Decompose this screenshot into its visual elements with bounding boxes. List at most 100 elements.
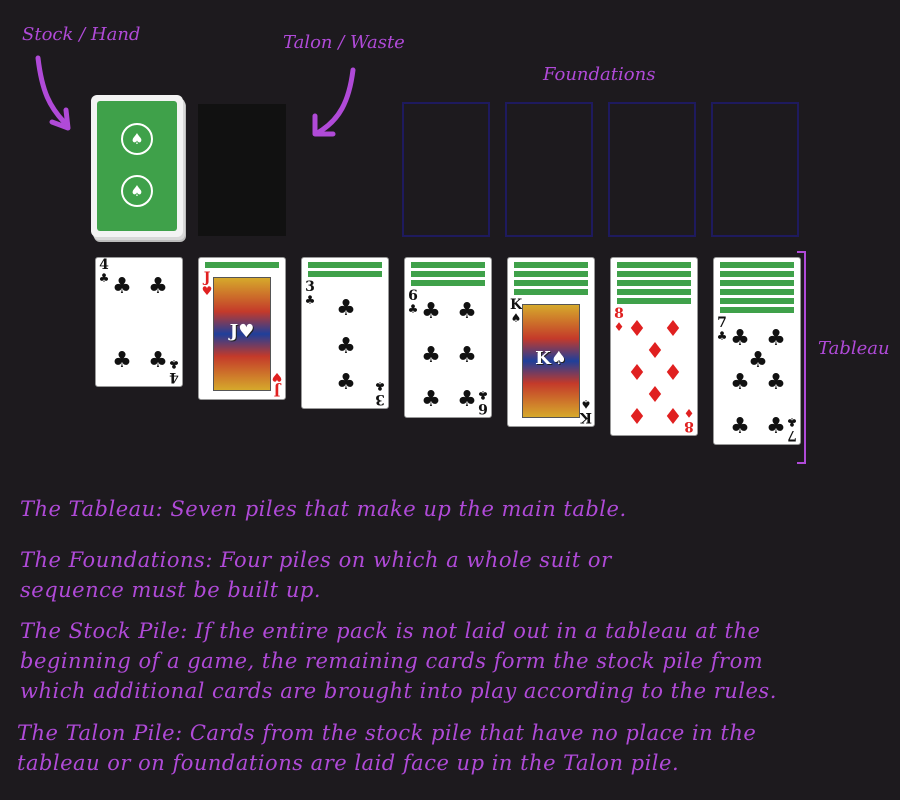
suit-pip-icon: ♣ [730,414,750,439]
talon-label: Talon / Waste [283,32,405,53]
court-card-portrait: K♠ [522,304,580,418]
suit-pip-icon: ♣ [336,370,356,395]
face-up-card[interactable]: 4 ♣ 4 ♣ ♣ ♣ ♣ ♣ [96,258,182,386]
desc-stock-2: beginning of a game, the remaining cards… [20,649,764,673]
face-down-card [205,262,279,268]
face-down-card [411,280,485,286]
tableau-pile-1[interactable]: 4 ♣ 4 ♣ ♣ ♣ ♣ ♣ [95,257,183,387]
spade-emblem-icon: ♠ [121,175,153,207]
face-down-card [514,289,588,295]
suit-pip-icon: ♣ [730,326,750,351]
suit-pip-icon: ♦ [645,339,665,364]
card-suit-icon: ♣ [407,302,419,316]
desc-stock-1: The Stock Pile: If the entire pack is no… [20,619,761,643]
suit-pip-icon: ♦ [627,317,647,342]
face-up-card[interactable]: 7 ♣ 7 ♣ ♣ ♣ ♣ ♣ ♣ ♣ ♣ [714,314,800,444]
face-down-card [308,262,382,268]
face-up-card[interactable]: J ♥ J ♥ J♥ [199,269,285,399]
stock-label: Stock / Hand [22,24,141,45]
suit-pip-icon: ♣ [748,348,768,373]
tableau-bracket [797,251,806,464]
tableau-pile-3[interactable]: 3 ♣ 3 ♣ ♣ ♣ ♣ [301,257,389,409]
foundation-pile-2[interactable] [505,102,593,237]
card-suit-icon: ♠ [580,397,592,411]
face-down-card [308,271,382,277]
face-down-card [720,289,794,295]
suit-pip-icon: ♣ [112,274,132,299]
card-suit-icon: ♣ [716,329,728,343]
suit-pip-icon: ♣ [766,370,786,395]
face-down-card [720,262,794,268]
court-card-portrait: J♥ [213,277,271,391]
court-rank: J♥ [229,320,255,342]
face-down-card [720,307,794,313]
card-suit-icon: ♦ [683,406,695,420]
suit-pip-icon: ♦ [663,405,683,430]
desc-tableau: The Tableau: Seven piles that make up th… [20,497,627,521]
suit-pip-icon: ♣ [421,299,441,324]
suit-pip-icon: ♣ [457,299,477,324]
card-index: 4 ♣ [98,258,110,285]
card-suit-icon: ♣ [168,357,180,371]
tableau-pile-6[interactable]: 8 ♦ 8 ♦ ♦ ♦ ♦ ♦ ♦ ♦ ♦ ♦ [610,257,698,436]
card-rank: 6 [478,400,488,416]
face-up-card[interactable]: 8 ♦ 8 ♦ ♦ ♦ ♦ ♦ ♦ ♦ ♦ ♦ [611,305,697,435]
card-index: J ♥ [271,370,283,398]
spade-emblem-icon: ♠ [121,123,153,155]
tableau-pile-7[interactable]: 7 ♣ 7 ♣ ♣ ♣ ♣ ♣ ♣ ♣ ♣ [713,257,801,445]
card-rank: J [273,382,281,398]
suit-pip-icon: ♣ [730,370,750,395]
tableau-pile-5[interactable]: K ♠ K ♠ K♠ [507,257,595,427]
court-rank: K♠ [535,347,567,369]
face-down-card [617,271,691,277]
face-down-card [617,280,691,286]
suit-pip-icon: ♦ [663,361,683,386]
suit-pip-icon: ♣ [457,387,477,412]
tableau-label: Tableau [818,338,890,359]
talon-pile[interactable] [198,104,286,236]
card-index: 3 ♣ [304,280,316,307]
card-rank: K [579,409,592,425]
foundations-label: Foundations [543,64,656,85]
card-rank: 3 [375,391,385,407]
card-suit-icon: ♠ [510,311,522,325]
suit-pip-icon: ♦ [627,405,647,430]
suit-pip-icon: ♣ [336,334,356,359]
suit-pip-icon: ♦ [627,361,647,386]
face-down-card [617,262,691,268]
suit-pip-icon: ♦ [645,383,665,408]
card-suit-icon: ♥ [271,370,283,384]
card-suit-icon: ♣ [374,379,386,393]
stock-arrow-icon [35,55,71,131]
card-back: ♠ ♠ [97,101,177,231]
card-index: 3 ♣ [374,379,386,407]
foundation-pile-1[interactable] [402,102,490,237]
suit-pip-icon: ♣ [766,414,786,439]
suit-pip-icon: ♣ [148,348,168,373]
foundation-pile-3[interactable] [608,102,696,237]
face-up-card[interactable]: 6 ♣ 6 ♣ ♣ ♣ ♣ ♣ ♣ ♣ [405,287,491,417]
desc-foundations-2: sequence must be built up. [20,578,322,602]
card-rank: 8 [684,418,694,434]
desc-stock-3: which additional cards are brought into … [20,679,777,703]
face-down-card [514,271,588,277]
suit-pip-icon: ♦ [663,317,683,342]
desc-talon-1: The Talon Pile: Cards from the stock pil… [17,721,757,745]
suit-pip-icon: ♣ [421,343,441,368]
card-suit-icon: ♣ [477,388,489,402]
face-up-card[interactable]: 3 ♣ 3 ♣ ♣ ♣ ♣ [302,278,388,408]
face-down-card [411,271,485,277]
card-suit-icon: ♦ [613,320,625,334]
foundation-pile-4[interactable] [711,102,799,237]
face-down-card [514,262,588,268]
tableau-pile-4[interactable]: 6 ♣ 6 ♣ ♣ ♣ ♣ ♣ ♣ ♣ [404,257,492,418]
stock-pile[interactable]: ♠ ♠ [91,95,183,237]
suit-pip-icon: ♣ [421,387,441,412]
suit-pip-icon: ♣ [148,274,168,299]
face-up-card[interactable]: K ♠ K ♠ K♠ [508,296,594,426]
tableau-pile-2[interactable]: J ♥ J ♥ J♥ [198,257,286,400]
card-suit-icon: ♣ [98,271,110,285]
suit-pip-icon: ♣ [336,296,356,321]
face-down-card [720,298,794,304]
card-index: 7 ♣ [716,316,728,343]
